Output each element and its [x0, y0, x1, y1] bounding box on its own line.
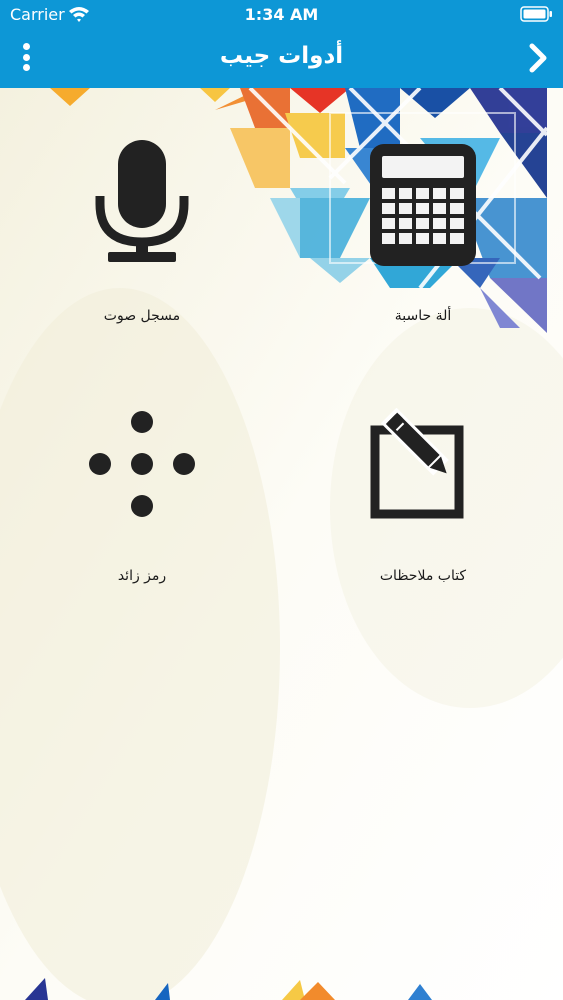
- chevron-right-icon[interactable]: [527, 42, 549, 74]
- tool-notebook[interactable]: كتاب ملاحظات: [303, 392, 543, 612]
- tool-plus-symbol[interactable]: رمز زائد: [22, 392, 262, 612]
- tool-voice-recorder[interactable]: مسجل صوت: [22, 128, 262, 348]
- microphone-icon: [95, 140, 189, 262]
- status-bar: Carrier 1:34 AM: [0, 0, 563, 30]
- tool-label: مسجل صوت: [103, 308, 181, 324]
- calculator-icon: [370, 144, 476, 266]
- tool-calculator[interactable]: ألة حاسبة: [303, 128, 543, 348]
- notebook-pencil-icon: [370, 408, 464, 519]
- tool-label: كتاب ملاحظات: [379, 568, 467, 584]
- page-title: أدوات جيب: [219, 43, 344, 69]
- status-time: 1:34 AM: [244, 5, 319, 24]
- top-bar: Carrier 1:34 AM أدوات جيب: [0, 0, 563, 88]
- battery-icon: [520, 6, 552, 22]
- app-screen: Carrier 1:34 AM أدوات جيب مسجل صوت ألة ح…: [0, 0, 563, 1000]
- plus-dots-icon: [89, 411, 195, 517]
- tool-label: رمز زائد: [117, 568, 167, 584]
- nav-bar: أدوات جيب: [0, 30, 563, 88]
- tool-label: ألة حاسبة: [394, 308, 452, 324]
